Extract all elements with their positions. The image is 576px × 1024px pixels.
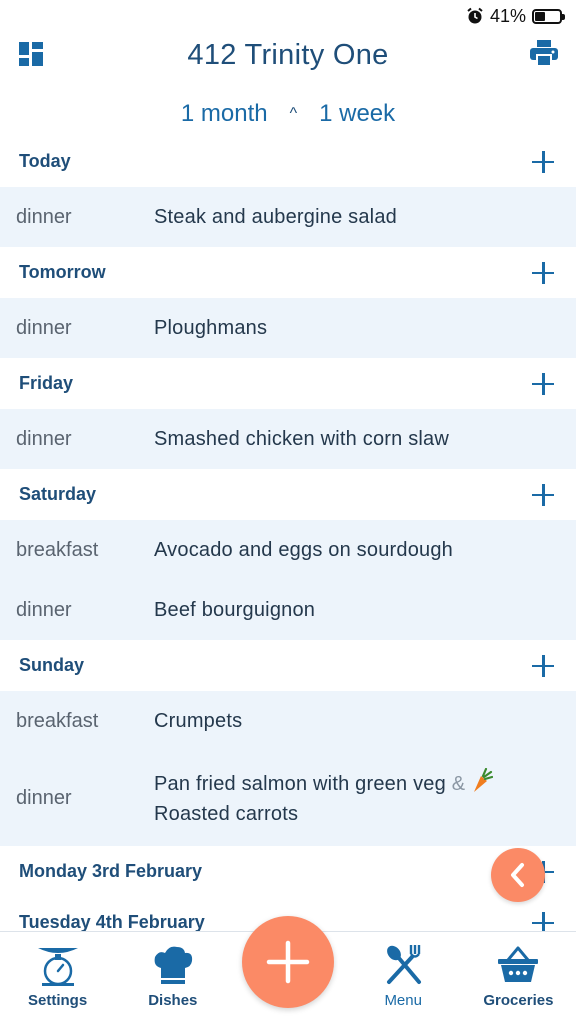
day-header: Tomorrow bbox=[0, 247, 576, 298]
basket-icon bbox=[498, 946, 539, 982]
add-meal-icon[interactable] bbox=[532, 654, 554, 677]
day-header: Saturday bbox=[0, 469, 576, 520]
add-meal-icon[interactable] bbox=[532, 150, 554, 173]
nav-settings[interactable]: Settings bbox=[0, 932, 115, 1024]
meal-name-main: Pan fried salmon with green veg bbox=[154, 773, 446, 795]
page-title: 412 Trinity One bbox=[187, 38, 389, 71]
day-label: Friday bbox=[19, 373, 74, 393]
range-1-month[interactable]: 1 month bbox=[181, 100, 268, 128]
carrot-icon bbox=[474, 767, 494, 792]
range-1-week[interactable]: 1 week bbox=[319, 100, 395, 128]
meal-type: breakfast bbox=[16, 709, 99, 732]
plus-icon bbox=[266, 940, 310, 984]
meal-type: breakfast bbox=[16, 538, 99, 561]
ampersand: & bbox=[451, 773, 466, 795]
meal-row[interactable]: dinner Pan fried salmon with green veg &… bbox=[0, 751, 576, 846]
meal-name: Steak and aubergine salad bbox=[154, 206, 397, 228]
day-label: Today bbox=[19, 151, 71, 171]
back-button[interactable] bbox=[491, 848, 545, 902]
add-meal-icon[interactable] bbox=[532, 372, 554, 395]
meal-name: Crumpets bbox=[154, 710, 243, 732]
kitchen-scale-icon bbox=[37, 948, 78, 986]
side-dish-name: Roasted carrots bbox=[154, 803, 299, 825]
meal-row[interactable]: dinner Steak and aubergine salad bbox=[0, 187, 576, 247]
meal-name: Ploughmans bbox=[154, 317, 268, 339]
header: 412 Trinity One bbox=[0, 32, 576, 78]
battery-fill bbox=[535, 11, 545, 21]
meal-name: Avocado and eggs on sourdough bbox=[154, 539, 454, 561]
meal-name: Beef bourguignon bbox=[154, 599, 316, 621]
status-bar: 41% bbox=[0, 0, 576, 32]
meal-type: dinner bbox=[16, 316, 72, 339]
meal-plan-list: Today dinner Steak and aubergine salad T… bbox=[0, 136, 576, 948]
meal-row[interactable]: dinner Beef bourguignon bbox=[0, 580, 576, 640]
meal-row[interactable]: breakfast Avocado and eggs on sourdough bbox=[0, 520, 576, 580]
chef-hat-icon bbox=[154, 946, 192, 984]
chevron-left-icon bbox=[511, 863, 524, 887]
meal-row[interactable]: dinner Ploughmans bbox=[0, 298, 576, 358]
day-label: Sunday bbox=[19, 655, 85, 675]
add-button[interactable] bbox=[242, 916, 334, 1008]
meal-row[interactable]: dinner Smashed chicken with corn slaw bbox=[0, 409, 576, 469]
dashboard-icon[interactable] bbox=[19, 42, 43, 66]
nav-menu[interactable]: Menu bbox=[346, 932, 461, 1024]
meal-name: Smashed chicken with corn slaw bbox=[154, 428, 450, 450]
meal-type: dinner bbox=[16, 427, 72, 450]
nav-groceries-label: Groceries bbox=[483, 992, 554, 1009]
fork-spoon-icon bbox=[387, 945, 422, 984]
meal-type: dinner bbox=[16, 787, 72, 809]
alarm-icon bbox=[467, 7, 483, 24]
nav-groceries[interactable]: Groceries bbox=[461, 932, 576, 1024]
day-header: Monday 3rd February bbox=[0, 846, 576, 897]
meal-row[interactable]: breakfast Crumpets bbox=[0, 691, 576, 751]
chevron-up-icon[interactable]: ^ bbox=[290, 105, 298, 123]
meal-type: dinner bbox=[16, 205, 72, 228]
nav-menu-label: Menu bbox=[384, 992, 422, 1009]
battery-icon bbox=[532, 8, 565, 24]
range-selector: 1 month ^ 1 week bbox=[0, 96, 576, 132]
day-header: Sunday bbox=[0, 640, 576, 691]
add-meal-icon[interactable] bbox=[532, 483, 554, 506]
meal-type: dinner bbox=[16, 598, 72, 621]
print-icon[interactable] bbox=[530, 40, 558, 66]
nav-dishes-label: Dishes bbox=[148, 992, 198, 1009]
day-label: Tomorrow bbox=[19, 262, 106, 282]
battery-percent: 41% bbox=[489, 5, 526, 26]
meal-name: Pan fried salmon with green veg & Roaste… bbox=[154, 767, 494, 829]
nav-dishes[interactable]: Dishes bbox=[115, 932, 230, 1024]
day-label: Monday 3rd February bbox=[19, 861, 203, 881]
day-label: Tuesday 4th February bbox=[19, 912, 205, 932]
day-header: Today bbox=[0, 136, 576, 187]
add-meal-icon[interactable] bbox=[532, 261, 554, 284]
nav-settings-label: Settings bbox=[28, 992, 88, 1009]
day-header: Friday bbox=[0, 358, 576, 409]
day-label: Saturday bbox=[19, 484, 97, 504]
